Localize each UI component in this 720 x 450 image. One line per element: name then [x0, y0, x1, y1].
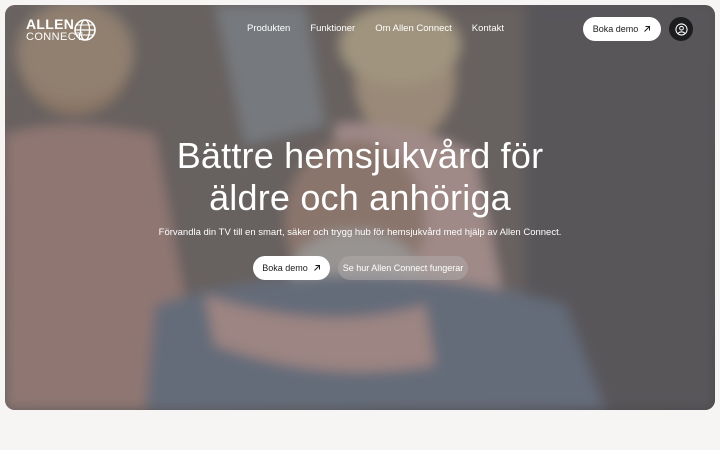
globe-icon [74, 19, 96, 41]
headline-line-1: Bättre hemsjukvård för [176, 135, 544, 176]
how-it-works-button[interactable]: Se hur Allen Connect fungerar [338, 256, 468, 280]
hero-book-demo-label: Boka demo [262, 263, 308, 273]
nav-links: Produkten Funktioner Om Allen Connect Ko… [247, 23, 504, 34]
nav-book-demo-button[interactable]: Boka demo [583, 17, 661, 41]
user-circle-icon [674, 22, 688, 36]
hero-subtitle: Förvandla din TV till en smart, säker oc… [158, 227, 562, 238]
user-account-button[interactable] [669, 17, 693, 41]
nav-link-funktioner[interactable]: Funktioner [310, 23, 355, 34]
hero-headline: Bättre hemsjukvård för äldre och anhörig… [5, 135, 715, 219]
hero-book-demo-button[interactable]: Boka demo [253, 256, 330, 280]
arrow-up-right-icon [313, 265, 320, 271]
headline-line-2: äldre och anhöriga [209, 177, 511, 218]
logo-word-allen: ALLEN [26, 16, 75, 32]
nav-link-kontakt[interactable]: Kontakt [472, 23, 504, 34]
top-navigation: ALLEN CONNECT Produkten Funktioner Om Al… [5, 5, 715, 53]
nav-book-demo-label: Boka demo [592, 24, 639, 34]
arrow-up-right-icon [644, 26, 651, 32]
nav-link-produkten[interactable]: Produkten [247, 23, 290, 34]
nav-link-om-allen-connect[interactable]: Om Allen Connect [375, 23, 452, 34]
how-it-works-label: Se hur Allen Connect fungerar [342, 263, 464, 273]
hero-section: ALLEN CONNECT Produkten Funktioner Om Al… [5, 5, 715, 410]
brand-logo[interactable]: ALLEN CONNECT [26, 17, 106, 45]
